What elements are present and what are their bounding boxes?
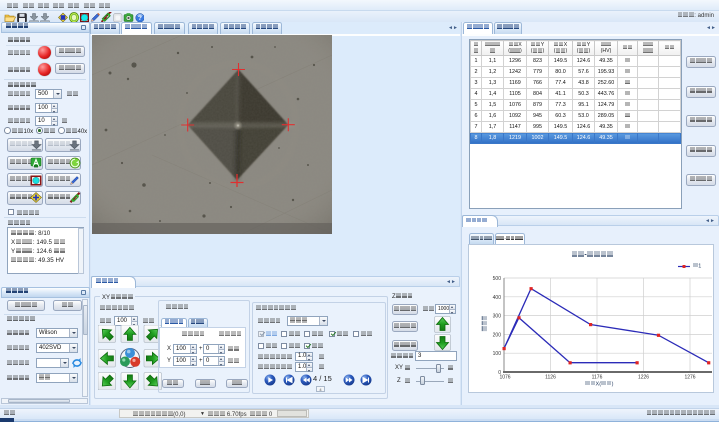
svg-text:1176: 1176 (592, 374, 603, 380)
svg-text:400: 400 (493, 294, 502, 300)
svg-text:500: 500 (493, 276, 502, 282)
svg-text:1126: 1126 (545, 374, 556, 380)
svg-text:300: 300 (493, 313, 502, 319)
svg-text:1076: 1076 (499, 374, 510, 380)
svg-text:1226: 1226 (638, 374, 649, 380)
svg-text:1276: 1276 (684, 374, 695, 380)
svg-text:200: 200 (493, 332, 502, 338)
svg-text:100: 100 (493, 351, 502, 357)
svg-text:?: ? (138, 16, 142, 22)
